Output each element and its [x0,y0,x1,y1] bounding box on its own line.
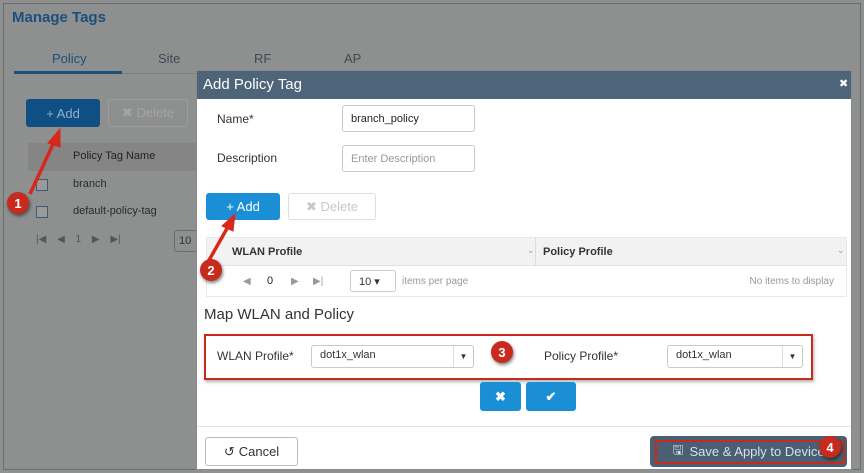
annotation-badge-2: 2 [200,259,222,281]
arrow-2 [206,224,231,263]
annotation-badge-1: 1 [7,192,29,214]
annotation-badge-4: 4 [819,436,841,458]
annotation-arrows [28,127,236,263]
annotation-badge-3: 3 [491,341,513,363]
arrow-1 [28,139,57,195]
